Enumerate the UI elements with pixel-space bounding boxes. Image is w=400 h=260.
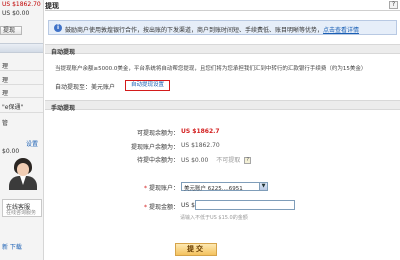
withdraw-account-value: 美元账户 6225....6951 [184, 186, 243, 192]
sidebar-amount: $0.00 [2, 148, 20, 155]
page-title: 提现 [45, 2, 59, 10]
notice-message: 鼓励商户使用敦煌银行合作，按出账的下发渠道，商户到账时间短、手续费低、账目明晰等… [65, 27, 324, 34]
chevron-down-icon[interactable]: ▼ [259, 183, 267, 190]
notice-details-link[interactable]: 点击查看详情 [323, 27, 359, 34]
support-agent-avatar [8, 158, 38, 190]
question-icon[interactable]: ? [244, 157, 252, 164]
sidebar-divider [0, 97, 43, 98]
notice-text: 鼓励商户使用敦煌银行合作，按出账的下发渠道，商户到账时间短、手续费低、账目明晰等… [65, 25, 359, 34]
available-balance-label: 可提现余额为： [136, 130, 179, 137]
account-balance-value: US $1862.70 [181, 142, 220, 149]
sidebar-divider [0, 84, 43, 85]
online-service-box[interactable]: 在线客服 在线咨询服务 [2, 199, 42, 217]
auto-withdraw-header: 自动提现 [45, 44, 400, 56]
sidebar-item-2[interactable]: 理 [2, 75, 8, 84]
sidebar-item-1[interactable]: 理 [2, 61, 8, 70]
manual-withdraw-header: 手动提现 [45, 100, 400, 112]
help-question-icon[interactable]: ? [389, 1, 398, 9]
pending-balance-row: US $0.00 不可提取 ? [181, 155, 252, 164]
left-sidebar: US $1862.70 US $0.00 提现 理 理 理 "e保通" 管 设置… [0, 0, 44, 260]
sidebar-balance: US $1862.70 [2, 1, 41, 8]
currency-prefix: US $ [181, 202, 195, 209]
sidebar-bottom-links[interactable]: 新 下载 [2, 242, 22, 251]
page-header: 提现 ? [45, 0, 400, 11]
auto-withdraw-account-label: 自动提现至：美元账户 [55, 84, 116, 91]
withdraw-amount-label: * 提现金额： [143, 204, 179, 211]
withdraw-amount-hint: 请输入不低于US $15.0的金额 [180, 215, 248, 221]
pending-balance-value: US $0.00 [181, 157, 209, 164]
withdraw-account-select[interactable]: 美元账户 6225....6951 ▼ [181, 182, 268, 192]
sidebar-balance-secondary: US $0.00 [2, 10, 30, 17]
sidebar-item-4[interactable]: "e保通" [2, 102, 23, 111]
auto-withdraw-description: 当提现账户余额≥5000.0美金，平台系统将自动帮您提现，且您们将为您承担我们汇… [55, 66, 367, 72]
online-service-subtitle: 在线咨询服务 [6, 210, 37, 216]
account-balance-label: 提现账户余额为： [130, 144, 179, 151]
info-icon: i [54, 24, 62, 32]
sidebar-divider [0, 70, 43, 71]
withdraw-amount-input[interactable] [195, 200, 295, 210]
pending-balance-label: 待提中余额为： [136, 157, 179, 164]
pending-balance-note: 不可提取 [216, 157, 241, 164]
main-content: 提现 ? i 鼓励商户使用敦煌银行合作，按出账的下发渠道，商户到账时间短、手续费… [45, 0, 400, 260]
sidebar-section-band [0, 43, 43, 53]
sidebar-settings-link[interactable]: 设置 [26, 139, 38, 148]
sidebar-item-5[interactable]: 管 [2, 118, 8, 127]
manual-withdraw-title: 手动提现 [51, 105, 76, 112]
submit-button[interactable]: 提交 [175, 243, 217, 256]
sidebar-item-3[interactable]: 理 [2, 88, 8, 97]
available-balance-value: US $1862.7 [181, 128, 220, 135]
sidebar-divider [0, 112, 43, 113]
auto-withdraw-title: 自动提现 [51, 49, 76, 56]
withdraw-account-label: * 提现账户： [143, 185, 179, 192]
sidebar-withdraw-button[interactable]: 提现 [0, 26, 22, 35]
notice-banner: i 鼓励商户使用敦煌银行合作，按出账的下发渠道，商户到账时间短、手续费低、账目明… [48, 20, 397, 35]
auto-withdraw-settings-button[interactable]: 自动提现设置 [125, 80, 170, 91]
